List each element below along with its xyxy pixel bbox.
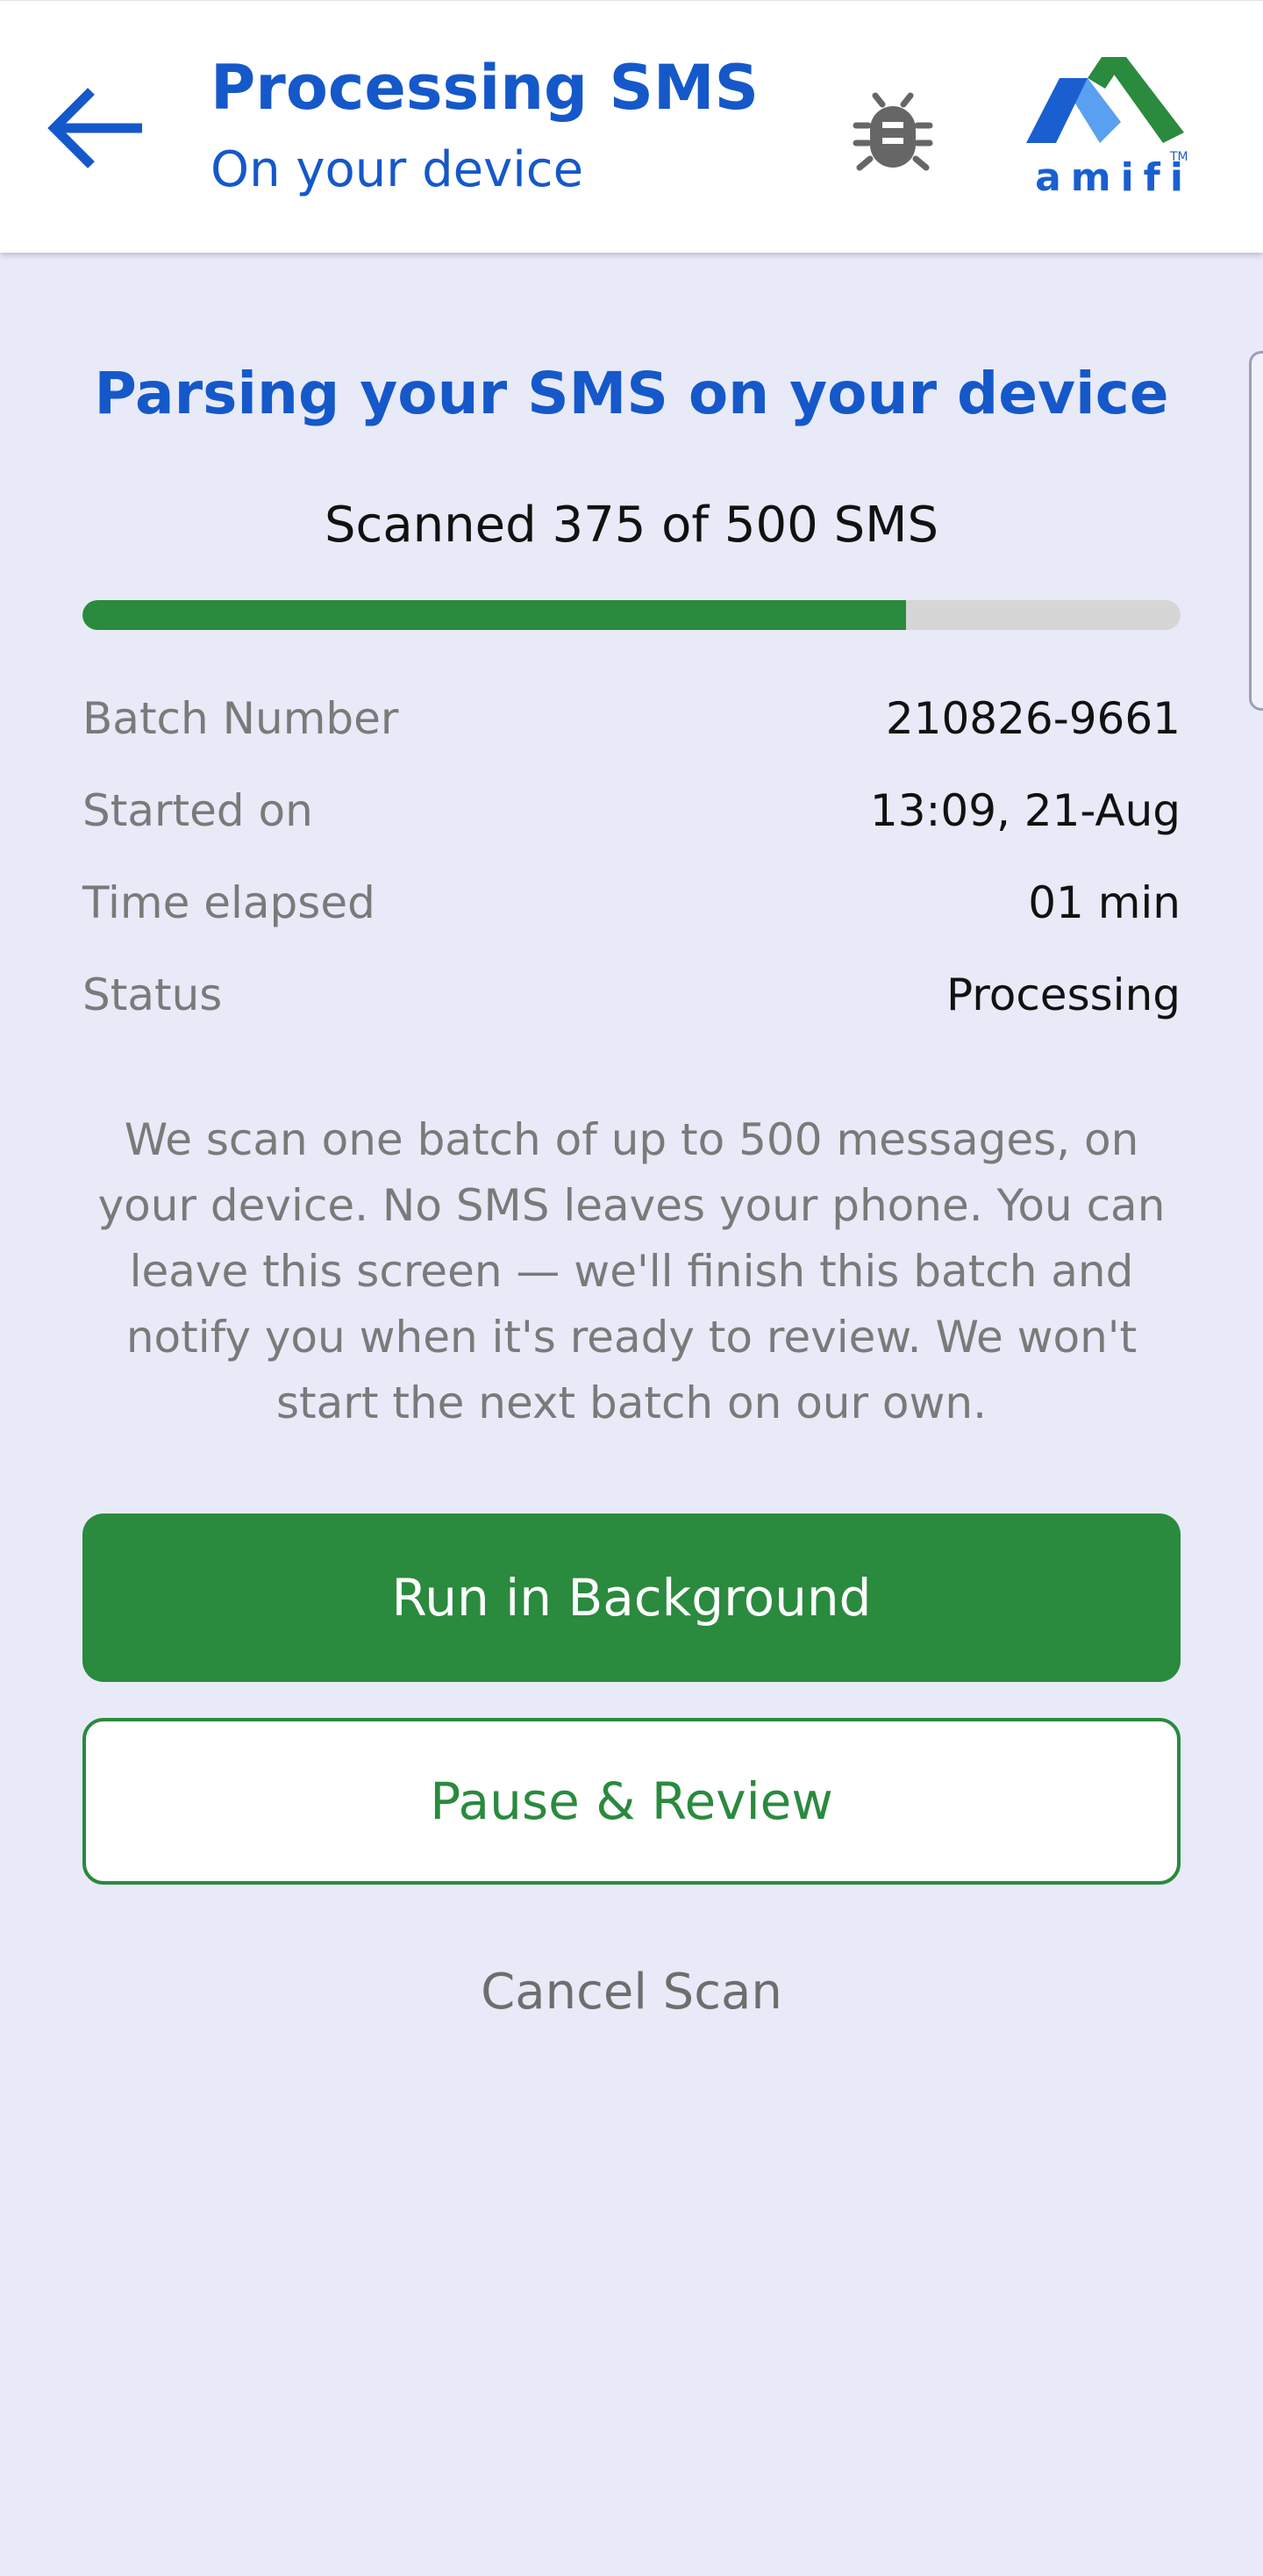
detail-row-batch-number: Batch Number 210826-9661 [82, 693, 1181, 755]
detail-row-status: Status Processing [82, 970, 1181, 1031]
detail-row-started-on: Started on 13:09, 21-Aug [82, 785, 1181, 847]
amifi-logo: amifi TM [1017, 52, 1193, 210]
bug-icon [853, 92, 932, 170]
detail-label: Started on [82, 785, 313, 836]
privacy-notice: We scan one batch of up to 500 messages,… [97, 1114, 1166, 1428]
scan-status-text: Scanned 375 of 500 SMS [325, 497, 938, 554]
logo-trademark: TM [1170, 150, 1188, 164]
scan-progress-fill [82, 600, 906, 630]
scan-progress-bar [82, 600, 1181, 630]
run-in-background-button[interactable]: Run in Background [82, 1513, 1181, 1682]
page-title: Processing SMS [210, 52, 760, 124]
page-subtitle: On your device [210, 141, 584, 198]
detail-label: Batch Number [82, 693, 399, 744]
debug-button[interactable] [833, 71, 952, 190]
section-title: Parsing your SMS on your device [94, 360, 1169, 427]
detail-row-time-elapsed: Time elapsed 01 min [82, 877, 1181, 939]
app-header: Processing SMS On your device amifi TM [0, 0, 1263, 253]
detail-value: 01 min [1028, 877, 1181, 928]
arrow-left-icon [47, 88, 142, 168]
detail-value: 13:09, 21-Aug [869, 785, 1181, 836]
amifi-logo-mark [1026, 57, 1184, 143]
logo-text: amifi [1035, 155, 1193, 200]
detail-value: 210826-9661 [885, 693, 1181, 744]
cancel-scan-button[interactable]: Cancel Scan [412, 1948, 851, 2036]
detail-value: Processing [946, 970, 1181, 1020]
pause-review-button[interactable]: Pause & Review [82, 1718, 1181, 1885]
back-button[interactable] [35, 62, 158, 194]
detail-label: Time elapsed [82, 877, 375, 928]
detail-label: Status [82, 970, 223, 1020]
